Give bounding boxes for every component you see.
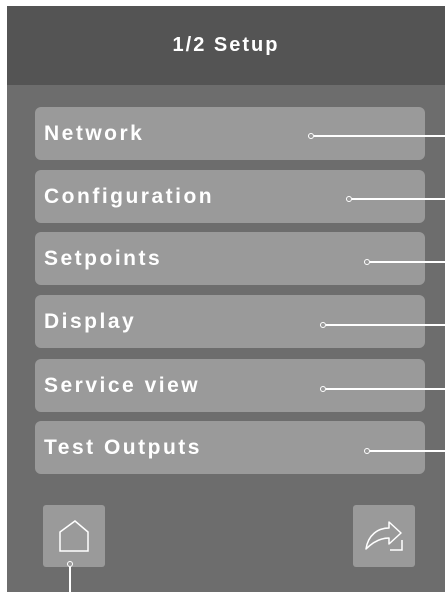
menu-item-label: Display [44, 309, 137, 333]
setup-screen: 1/2 Setup Network Configuration Setpoint… [7, 6, 445, 592]
menu-item-display[interactable]: Display [35, 295, 425, 348]
menu-item-label: Test Outputs [44, 435, 202, 459]
callout-line [326, 324, 445, 326]
menu-item-label: Setpoints [44, 246, 163, 270]
callout-line [69, 567, 71, 592]
menu-item-label: Configuration [44, 184, 215, 208]
next-page-button[interactable] [353, 505, 415, 567]
menu-item-configuration[interactable]: Configuration [35, 170, 425, 223]
callout-line [370, 261, 445, 263]
curved-arrow-icon [365, 521, 403, 551]
menu-item-service-view[interactable]: Service view [35, 359, 425, 412]
home-button[interactable] [43, 505, 105, 567]
callout-line [352, 198, 445, 200]
menu-item-label: Network [44, 121, 145, 145]
callout-line [314, 135, 445, 137]
menu-item-label: Service view [44, 373, 201, 397]
home-icon [59, 520, 89, 552]
callout-line [370, 450, 445, 452]
menu-item-network[interactable]: Network [35, 107, 425, 160]
callout-line [326, 388, 445, 390]
page-title: 1/2 Setup [172, 34, 280, 56]
header-bar: 1/2 Setup [7, 6, 445, 85]
